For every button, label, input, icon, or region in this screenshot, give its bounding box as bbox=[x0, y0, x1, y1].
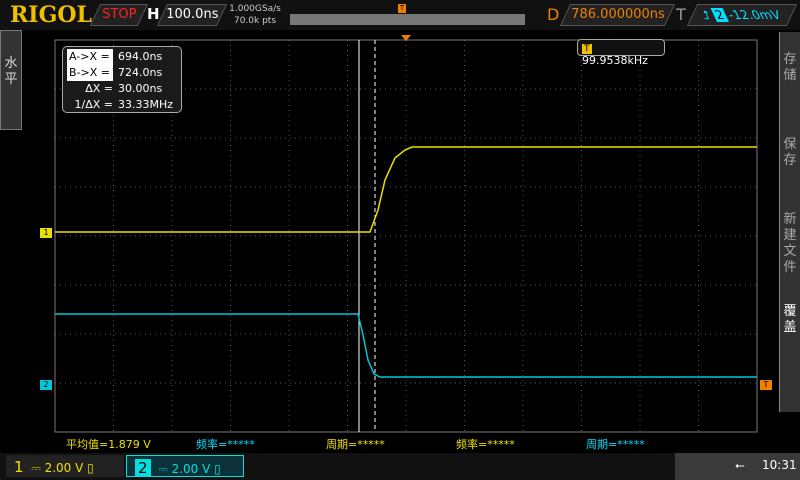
save-menu: 存储 保存 新建文件 覆盖 bbox=[779, 32, 800, 412]
measurement-frequency: 频率=***** bbox=[196, 438, 255, 451]
cursor-row: B->X = 724.0ns bbox=[67, 65, 163, 81]
frequency-counter: T 99.9538kHz bbox=[577, 39, 665, 67]
measurement-mean: 平均值=1.879 V bbox=[66, 438, 151, 451]
channel1-trace bbox=[55, 146, 757, 233]
usb-icon: ⭠ bbox=[735, 458, 745, 472]
cursor-row: 1/ΔX = 33.33MHz bbox=[74, 98, 174, 111]
menu-item-storage[interactable]: 存储 bbox=[780, 32, 800, 92]
menu-item-overwrite[interactable]: 覆盖 bbox=[780, 284, 800, 344]
clock: 10:31 bbox=[762, 458, 797, 472]
measurement-period: 周期=***** bbox=[586, 438, 645, 451]
menu-item-save[interactable]: 保存 bbox=[780, 92, 800, 177]
channel1-marker[interactable]: 1 bbox=[40, 228, 52, 238]
counter-icon: T bbox=[582, 44, 592, 54]
menu-item-new-file[interactable]: 新建文件 bbox=[780, 177, 800, 284]
measurement-period: 周期=***** bbox=[326, 438, 385, 451]
measurement-frequency: 频率=***** bbox=[456, 438, 515, 451]
cursor-row: ΔX = 30.00ns bbox=[85, 82, 163, 95]
channel1-button[interactable]: 1 ⎓ 2.00 V ▯ bbox=[6, 455, 124, 477]
cursor-panel: A->X = 694.0ns B->X = 724.0ns ΔX = 30.00ns … bbox=[62, 46, 182, 113]
channel2-button[interactable]: 2 ⎓ 2.00 V ▯ bbox=[126, 455, 244, 477]
trigger-level-marker[interactable]: T bbox=[760, 380, 772, 390]
cursor-row: A->X = 694.0ns bbox=[67, 49, 163, 65]
channel2-marker[interactable]: 2 bbox=[40, 380, 52, 390]
